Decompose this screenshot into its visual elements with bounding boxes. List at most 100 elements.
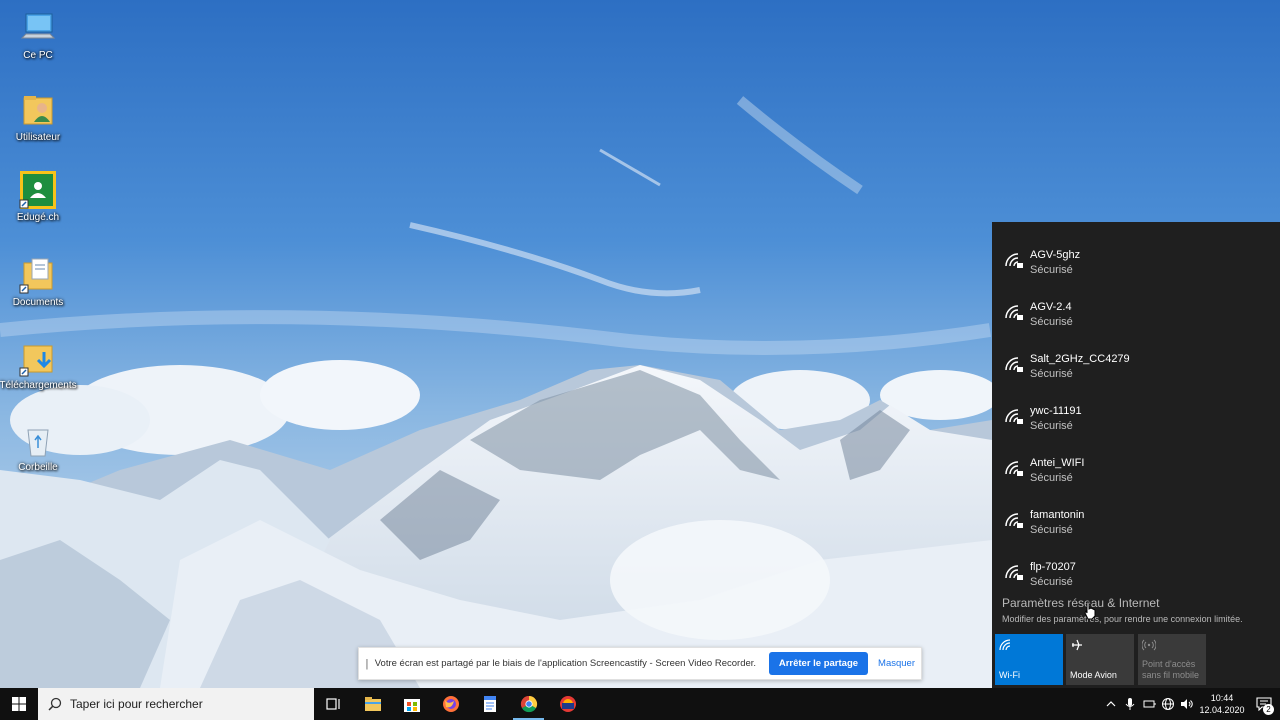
mobile-hotspot-tile[interactable]: Point d'accès sans fil mobile bbox=[1138, 634, 1206, 685]
wifi-secured-icon bbox=[1005, 513, 1023, 528]
document-icon bbox=[483, 696, 496, 712]
hand-cursor-icon bbox=[1084, 601, 1096, 620]
windows-logo-icon bbox=[12, 697, 26, 711]
downloads-folder-icon bbox=[18, 338, 58, 378]
desktop-icon-telechargements[interactable]: Téléchargements bbox=[0, 338, 77, 408]
taskbar-clock[interactable]: 10:44 12.04.2020 bbox=[1196, 692, 1248, 716]
microphone-tray-icon[interactable] bbox=[1120, 688, 1139, 720]
network-item[interactable]: AGV-5ghz Sécurisé bbox=[992, 230, 1280, 282]
network-item[interactable]: flp-70207 Sécurisé bbox=[992, 542, 1280, 594]
stop-sharing-button[interactable]: Arrêter le partage bbox=[768, 652, 869, 675]
chrome-button[interactable] bbox=[509, 688, 548, 720]
network-status: Sécurisé bbox=[1030, 524, 1073, 536]
network-flyout: AGV-5ghz Sécurisé AGV-2.4 Sécurisé Salt_… bbox=[992, 222, 1280, 688]
task-view-icon bbox=[325, 698, 340, 710]
show-hidden-icons-button[interactable] bbox=[1101, 688, 1120, 720]
hotspot-label-line2: sans fil mobile bbox=[1142, 670, 1200, 680]
network-status: Sécurisé bbox=[1030, 420, 1073, 432]
share-message: Votre écran est partagé par le biais de … bbox=[374, 658, 757, 669]
wifi-tile-label: Wi-Fi bbox=[999, 670, 1020, 680]
start-button[interactable] bbox=[0, 688, 38, 720]
taskbar: Taper ici pour rechercher 10:44 12.04.20… bbox=[0, 688, 1280, 720]
desktop-icon-label: Ce PC bbox=[23, 50, 53, 61]
system-tray: 10:44 12.04.2020 2 bbox=[1101, 688, 1280, 720]
firefox-icon bbox=[442, 696, 459, 712]
screen-share-bar: || Votre écran est partagé par le biais … bbox=[358, 647, 922, 680]
hotspot-label-line1: Point d'accès bbox=[1142, 659, 1196, 669]
document-app-button[interactable] bbox=[470, 688, 509, 720]
wifi-secured-icon bbox=[1005, 409, 1023, 424]
airplane-icon bbox=[1072, 639, 1082, 651]
globe-icon bbox=[1161, 698, 1174, 710]
network-ssid: ywc-11191 bbox=[1030, 405, 1082, 417]
eduge-icon bbox=[18, 170, 58, 210]
wifi-secured-icon bbox=[1005, 253, 1023, 268]
network-item[interactable]: Salt_2GHz_CC4279 Sécurisé bbox=[992, 334, 1280, 386]
screencastify-button[interactable] bbox=[548, 688, 587, 720]
clock-time: 10:44 bbox=[1210, 693, 1234, 703]
microphone-icon bbox=[1125, 698, 1134, 710]
desktop-icon-eduge[interactable]: Edugé.ch bbox=[4, 170, 72, 240]
desktop-icon-utilisateur[interactable]: Utilisateur bbox=[4, 90, 72, 160]
network-ssid: flp-70207 bbox=[1030, 561, 1076, 573]
desktop-icon-corbeille[interactable]: Corbeille bbox=[4, 420, 72, 490]
network-ssid: Antei_WIFI bbox=[1030, 457, 1085, 469]
desktop-icon-label: Utilisateur bbox=[15, 132, 61, 143]
microsoft-store-button[interactable] bbox=[392, 688, 431, 720]
network-settings-link[interactable]: Paramètres réseau & Internet Modifier de… bbox=[1002, 596, 1272, 624]
network-settings-desc: Modifier des paramètres, pour rendre une… bbox=[1002, 614, 1243, 624]
desktop-icon-label: Téléchargements bbox=[0, 380, 77, 391]
network-ssid: AGV-2.4 bbox=[1030, 301, 1072, 313]
desktop-icon-label: Edugé.ch bbox=[16, 212, 60, 223]
network-status: Sécurisé bbox=[1030, 472, 1073, 484]
volume-tray-icon[interactable] bbox=[1177, 688, 1196, 720]
network-item[interactable]: ywc-11191 Sécurisé bbox=[992, 386, 1280, 438]
taskbar-search-box[interactable]: Taper ici pour rechercher bbox=[38, 688, 314, 720]
network-item[interactable]: AGV-2.4 Sécurisé bbox=[992, 282, 1280, 334]
airplane-mode-tile[interactable]: Mode Avion bbox=[1066, 634, 1134, 685]
hide-button[interactable]: Masquer bbox=[878, 658, 915, 669]
recycle-bin-icon bbox=[18, 420, 58, 460]
task-view-button[interactable] bbox=[314, 688, 353, 720]
network-status: Sécurisé bbox=[1030, 316, 1073, 328]
hotspot-tile-label: Point d'accès sans fil mobile bbox=[1142, 659, 1199, 681]
clock-date: 12.04.2020 bbox=[1199, 705, 1245, 715]
user-folder-icon bbox=[18, 90, 58, 130]
network-status: Sécurisé bbox=[1030, 264, 1073, 276]
hotspot-icon bbox=[1141, 639, 1157, 651]
computer-icon bbox=[18, 8, 58, 48]
drag-handle-icon[interactable]: || bbox=[365, 658, 368, 670]
wifi-toggle-tile[interactable]: Wi-Fi bbox=[995, 634, 1063, 685]
search-placeholder: Taper ici pour rechercher bbox=[70, 697, 203, 711]
airplane-tile-label: Mode Avion bbox=[1070, 670, 1117, 680]
plug-icon bbox=[1143, 700, 1156, 708]
wifi-secured-icon bbox=[1005, 357, 1023, 372]
desktop-icon-label: Corbeille bbox=[18, 462, 58, 473]
documents-folder-icon bbox=[18, 255, 58, 295]
action-center-button[interactable]: 2 bbox=[1248, 688, 1280, 720]
desktop-icon-ce-pc[interactable]: Ce PC bbox=[4, 8, 72, 78]
network-ssid: AGV-5ghz bbox=[1030, 249, 1081, 261]
power-tray-icon[interactable] bbox=[1139, 688, 1158, 720]
speaker-icon bbox=[1180, 699, 1193, 709]
wifi-secured-icon bbox=[1005, 305, 1023, 320]
wifi-secured-icon bbox=[1005, 461, 1023, 476]
firefox-button[interactable] bbox=[431, 688, 470, 720]
search-icon bbox=[48, 697, 62, 711]
file-explorer-button[interactable] bbox=[353, 688, 392, 720]
network-tray-icon[interactable] bbox=[1158, 688, 1177, 720]
network-status: Sécurisé bbox=[1030, 576, 1073, 588]
network-ssid: famantonin bbox=[1030, 509, 1085, 521]
network-item[interactable]: famantonin Sécurisé bbox=[992, 490, 1280, 542]
file-explorer-icon bbox=[364, 697, 381, 711]
wifi-secured-icon bbox=[1005, 565, 1023, 580]
desktop-icon-label: Documents bbox=[12, 297, 64, 308]
network-status: Sécurisé bbox=[1030, 368, 1073, 380]
network-settings-title[interactable]: Paramètres réseau & Internet bbox=[1002, 596, 1272, 610]
desktop-icon-documents[interactable]: Documents bbox=[4, 255, 72, 325]
screencastify-icon bbox=[559, 696, 576, 712]
wifi-icon bbox=[999, 639, 1011, 651]
network-item[interactable]: Antei_WIFI Sécurisé bbox=[992, 438, 1280, 490]
chevron-up-icon bbox=[1106, 701, 1115, 707]
chrome-icon bbox=[520, 695, 537, 713]
